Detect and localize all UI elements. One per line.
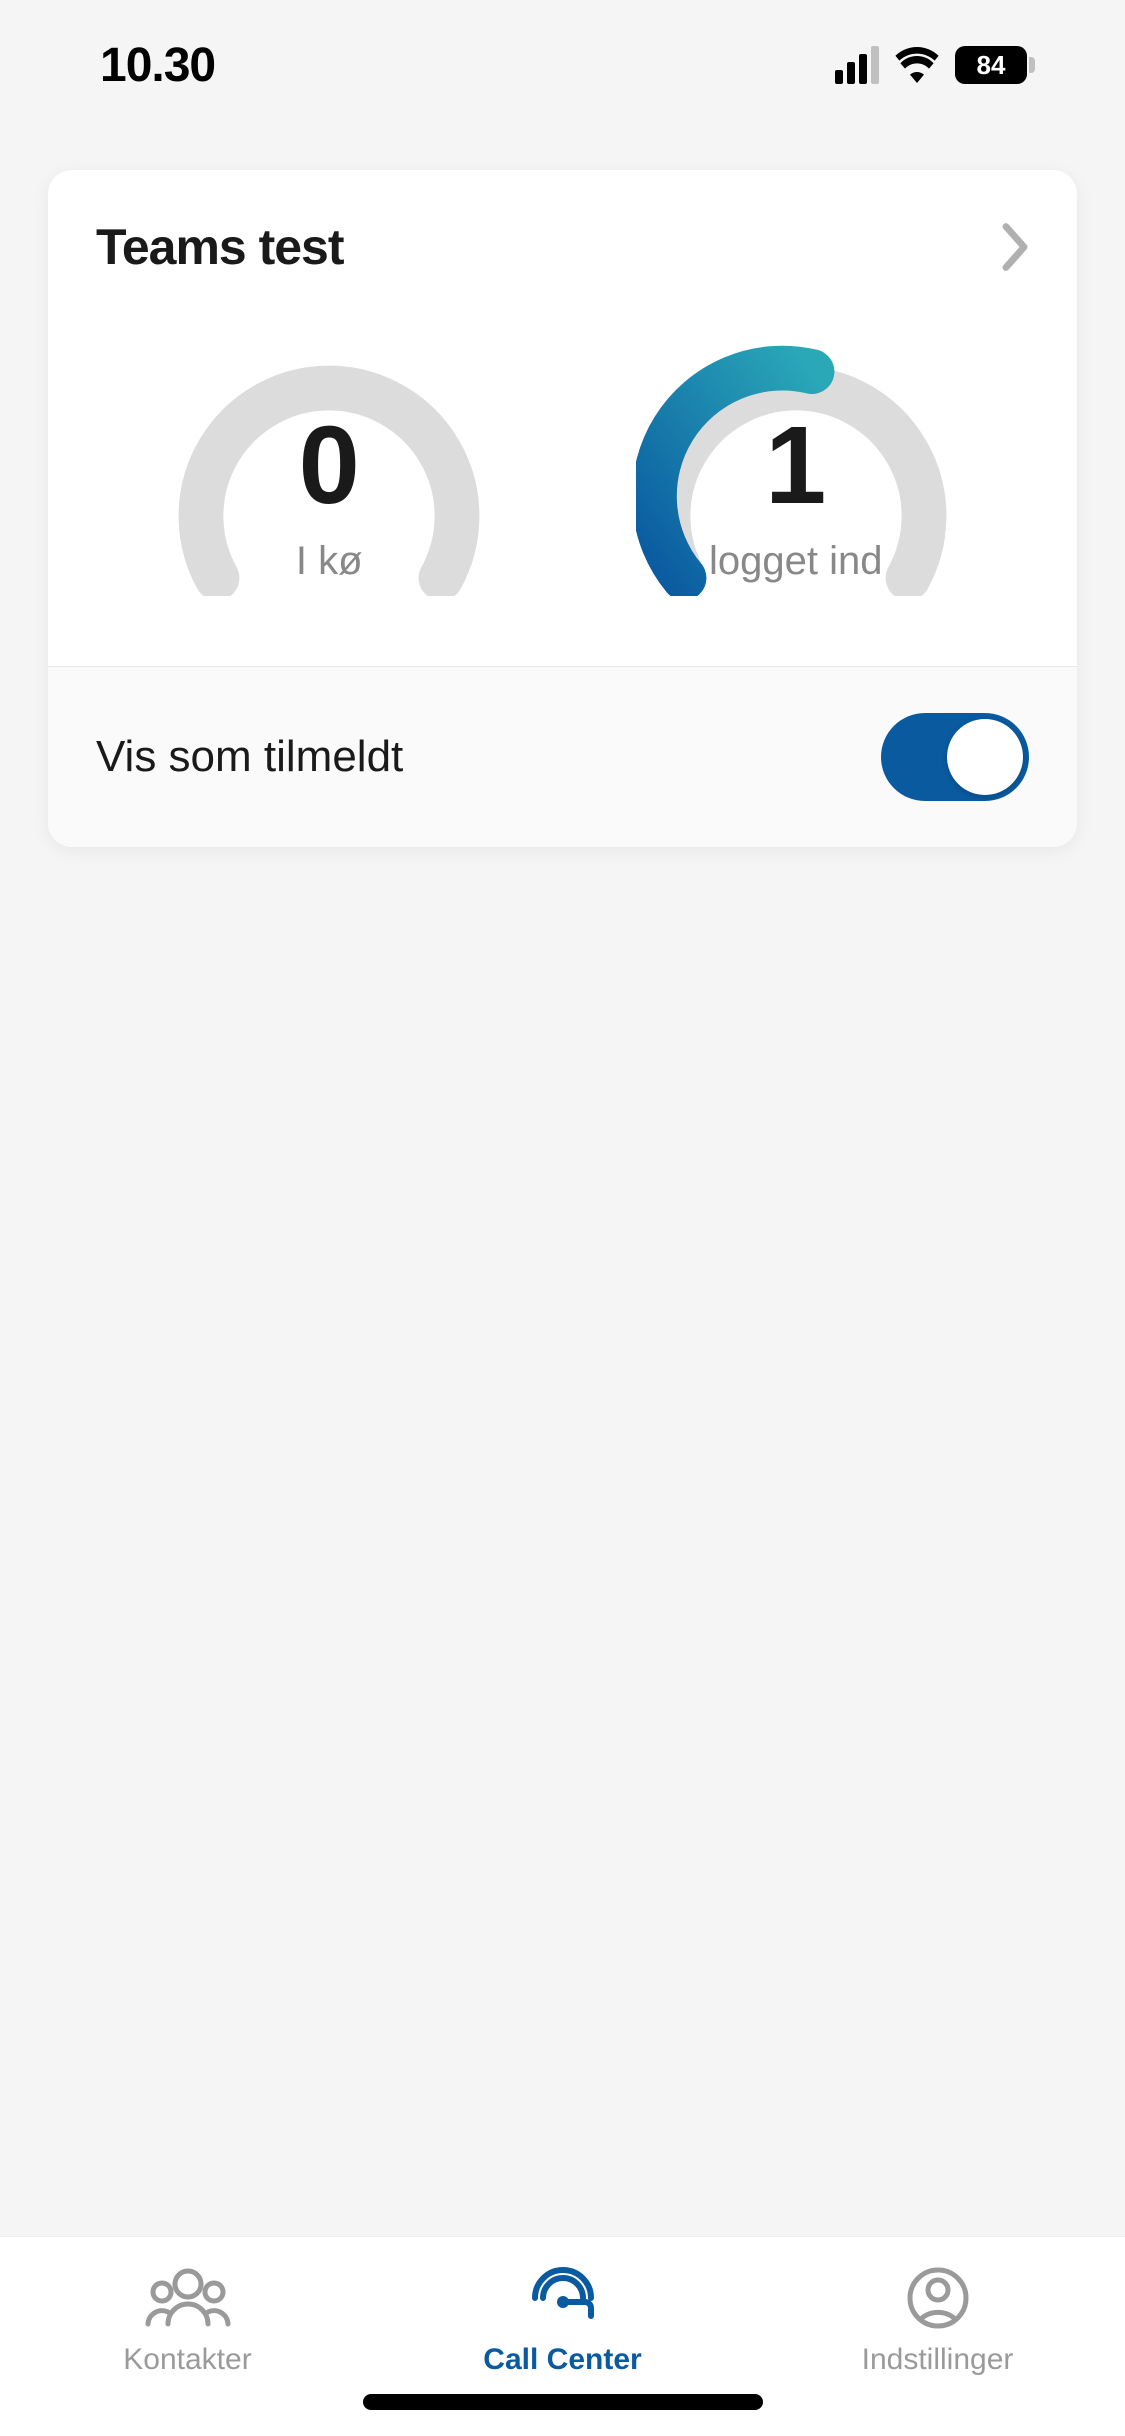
logged-gauge: 1 logget ind	[626, 336, 966, 596]
logged-value: 1	[765, 411, 826, 521]
settings-icon	[906, 2265, 970, 2331]
home-indicator[interactable]	[363, 2394, 763, 2410]
tab-settings[interactable]: Indstillinger	[750, 2237, 1125, 2436]
toggle-row: Vis som tilmeldt	[48, 666, 1077, 847]
card-title: Teams test	[96, 218, 344, 276]
team-card: Teams test 0 I kø	[48, 170, 1077, 847]
status-icons: 84	[835, 46, 1035, 84]
queue-label: I kø	[296, 539, 363, 584]
tab-contacts[interactable]: Kontakter	[0, 2237, 375, 2436]
status-bar: 10.30 84	[0, 0, 1125, 130]
logged-label: logget ind	[709, 539, 882, 584]
tab-contacts-label: Kontakter	[123, 2343, 251, 2377]
tab-call-center-label: Call Center	[483, 2343, 641, 2377]
toggle-label: Vis som tilmeldt	[96, 732, 403, 782]
cellular-icon	[835, 46, 879, 84]
status-time: 10.30	[100, 38, 215, 93]
battery-percent: 84	[977, 50, 1006, 81]
wifi-icon	[893, 47, 941, 83]
chevron-right-icon	[1001, 222, 1029, 272]
queue-gauge: 0 I kø	[159, 336, 499, 596]
card-header[interactable]: Teams test	[48, 170, 1077, 276]
call-center-icon	[527, 2265, 599, 2331]
queue-value: 0	[299, 411, 360, 521]
battery-icon: 84	[955, 46, 1035, 84]
tab-settings-label: Indstillinger	[862, 2343, 1014, 2377]
contacts-icon	[144, 2265, 232, 2331]
enrolled-toggle[interactable]	[881, 713, 1029, 801]
gauges-container: 0 I kø 1 logget ind	[48, 276, 1077, 666]
